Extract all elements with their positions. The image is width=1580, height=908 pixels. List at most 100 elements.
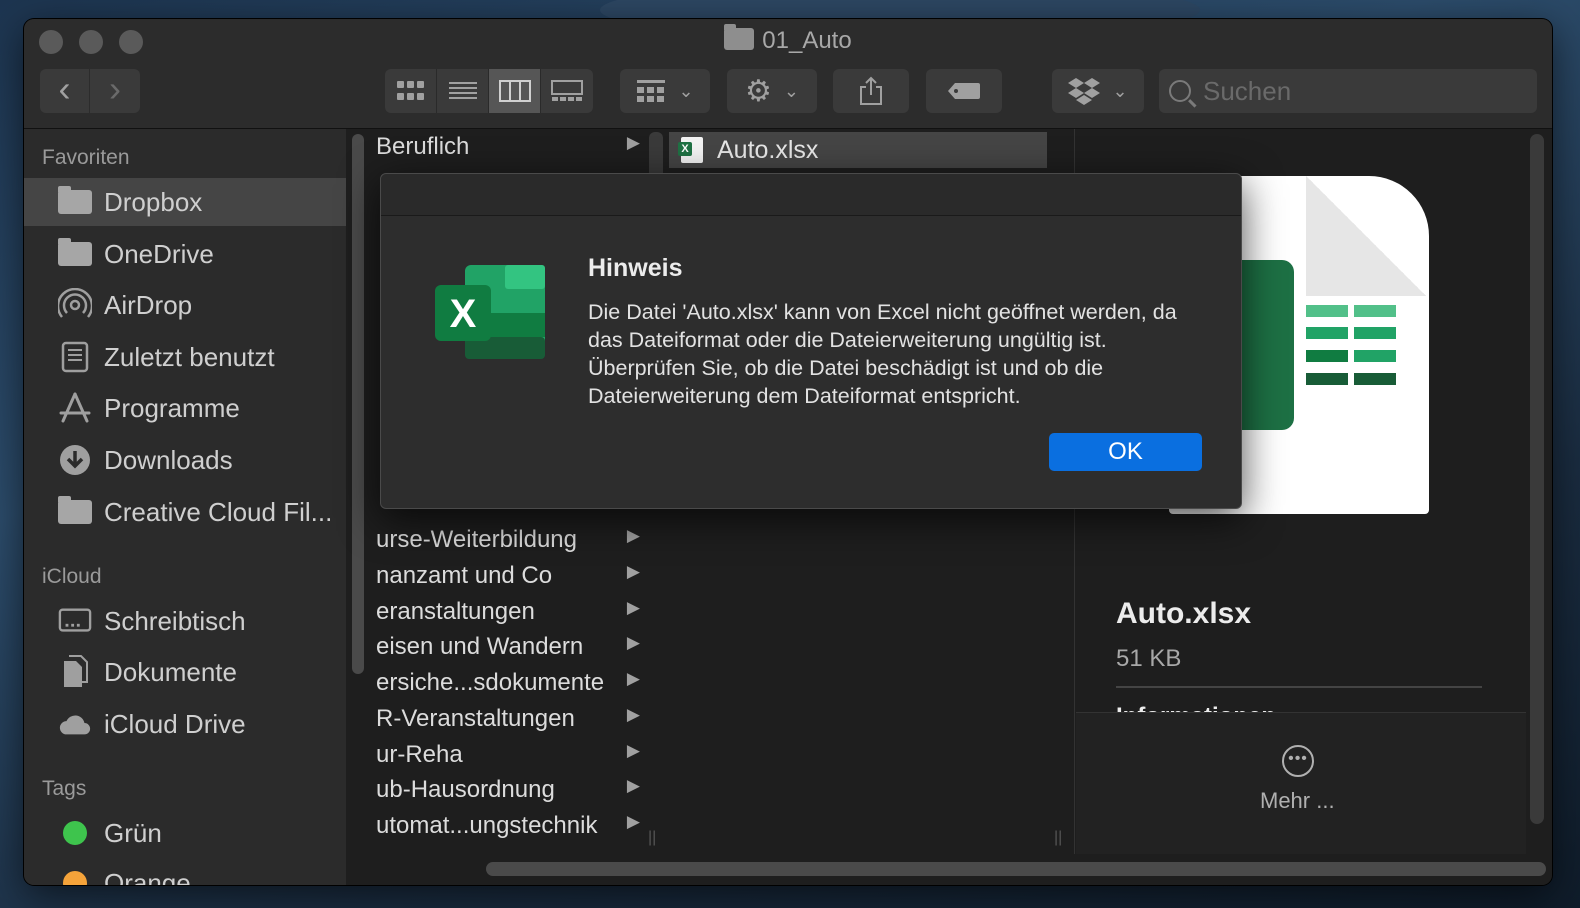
- search-field[interactable]: [1159, 69, 1537, 113]
- documents-icon: [58, 655, 92, 689]
- sidebar-item-documents[interactable]: Dokumente: [24, 648, 346, 696]
- disclosure-arrow-icon: ▶: [626, 633, 640, 652]
- dropbox-icon: [1068, 78, 1101, 105]
- sidebar-item-icloud-drive[interactable]: iCloud Drive: [24, 700, 346, 748]
- download-icon: [58, 443, 92, 477]
- share-icon: [860, 76, 882, 105]
- ok-button[interactable]: OK: [1049, 433, 1202, 471]
- folder-row[interactable]: ur-Reha ▶: [376, 737, 646, 773]
- share-button[interactable]: [833, 69, 909, 113]
- sidebar-item-label: Dokumente: [104, 656, 237, 687]
- column-resize-handle[interactable]: ||: [1054, 829, 1062, 847]
- title-bar: 01_Auto ‹ › ⌄ ⚙ ⌄ ⌄ Suchen: [24, 19, 1552, 129]
- horizontal-scrollbar[interactable]: [486, 862, 1546, 876]
- page-fold: [1306, 176, 1426, 296]
- sidebar-item-label: Downloads: [104, 444, 233, 475]
- grid-icon: [396, 81, 424, 100]
- preview-scrollbar[interactable]: [1530, 134, 1544, 824]
- sidebar-item-applications[interactable]: Programme: [24, 384, 346, 432]
- search-icon: [1169, 80, 1191, 102]
- folder-row[interactable]: eranstaltungen ▶: [376, 594, 646, 630]
- icon-view-button[interactable]: [385, 69, 437, 113]
- sidebar-item-tag-green[interactable]: Grün: [24, 809, 346, 857]
- chevron-down-icon: ⌄: [1112, 80, 1128, 101]
- folder-row[interactable]: nanzamt und Co ▶: [376, 558, 646, 594]
- folder-row[interactable]: urse-Weiterbildung ▶: [376, 522, 646, 558]
- preview-file-size: 51 KB: [1116, 645, 1182, 672]
- disclosure-arrow-icon: ▶: [626, 669, 640, 688]
- folder-icon: [58, 495, 92, 529]
- sidebar-item-label: Creative Cloud Fil...: [104, 496, 333, 527]
- group-icon: [637, 80, 666, 102]
- columns-icon: [498, 80, 531, 102]
- sidebar-item-label: Zuletzt benutzt: [104, 341, 275, 372]
- folder-row[interactable]: Beruflich ▶: [376, 129, 646, 165]
- sheet-cell: [1354, 305, 1396, 317]
- folder-row[interactable]: utomat...ungstechnik ▶: [376, 808, 646, 844]
- sidebar-item-dropbox[interactable]: Dropbox: [24, 178, 346, 226]
- sidebar-item-label: Dropbox: [104, 186, 203, 217]
- sidebar-scrollbar[interactable]: [352, 134, 364, 674]
- folder-row[interactable]: R-Veranstaltungen ▶: [376, 701, 646, 737]
- tag-icon: [948, 83, 980, 99]
- sidebar-section-tags: Tags: [42, 777, 87, 800]
- excel-file-icon: [678, 137, 703, 163]
- disclosure-arrow-icon: ▶: [626, 133, 640, 152]
- file-name: Auto.xlsx: [717, 135, 819, 164]
- excel-app-icon: X: [435, 263, 547, 361]
- sidebar-item-label: Orange: [104, 867, 191, 886]
- sidebar-item-onedrive[interactable]: OneDrive: [24, 230, 346, 278]
- view-mode-control: [385, 69, 593, 113]
- file-row-selected[interactable]: Auto.xlsx: [669, 132, 1047, 168]
- dialog-header: [381, 174, 1241, 216]
- disclosure-arrow-icon: ▶: [626, 598, 640, 617]
- sidebar-item-tag-orange[interactable]: Orange: [24, 859, 346, 885]
- sheet-cell: [1306, 305, 1348, 317]
- gear-icon: ⚙: [745, 74, 772, 108]
- chevron-right-icon: ›: [109, 68, 121, 109]
- dialog-title: Hinweis: [588, 254, 683, 282]
- preview-file-name: Auto.xlsx: [1116, 597, 1252, 630]
- sidebar-item-recents[interactable]: Zuletzt benutzt: [24, 333, 346, 381]
- more-icon[interactable]: •••: [1282, 745, 1314, 777]
- disclosure-arrow-icon: ▶: [626, 776, 640, 795]
- applications-icon: [58, 391, 92, 425]
- forward-button[interactable]: ›: [90, 68, 140, 113]
- sidebar-section-icloud: iCloud: [42, 565, 102, 588]
- sidebar-item-airdrop[interactable]: AirDrop: [24, 281, 346, 329]
- chevron-down-icon: ⌄: [678, 80, 694, 101]
- list-view-button[interactable]: [437, 69, 489, 113]
- column-resize-handle[interactable]: ||: [648, 829, 656, 847]
- recents-icon: [58, 340, 92, 374]
- alert-dialog: X Hinweis Die Datei 'Auto.xlsx' kann von…: [380, 173, 1242, 509]
- folder-row[interactable]: eisen und Wandern ▶: [376, 629, 646, 665]
- group-button[interactable]: ⌄: [620, 69, 710, 113]
- gallery-view-button[interactable]: [541, 69, 593, 113]
- sidebar-item-creative-cloud[interactable]: Creative Cloud Fil...: [24, 488, 346, 536]
- sidebar-item-downloads[interactable]: Downloads: [24, 436, 346, 484]
- tag-button[interactable]: [926, 69, 1002, 113]
- list-icon: [448, 82, 477, 99]
- sheet-cell: [1354, 373, 1396, 385]
- more-button-label[interactable]: Mehr ...: [1260, 788, 1335, 814]
- sheet-cell: [1306, 327, 1348, 339]
- sidebar-item-label: Programme: [104, 392, 240, 423]
- excel-logo-letter: X: [450, 292, 477, 336]
- airdrop-icon: [58, 288, 92, 322]
- search-input[interactable]: [1203, 75, 1503, 107]
- sheet-cell: [1306, 350, 1348, 362]
- sidebar-item-label: Schreibtisch: [104, 605, 246, 636]
- dropbox-button[interactable]: ⌄: [1052, 69, 1144, 113]
- window-title-text: 01_Auto: [762, 27, 852, 54]
- folder-row[interactable]: ub-Hausordnung ▶: [376, 772, 646, 808]
- cloud-icon: [58, 707, 92, 741]
- sidebar-item-label: iCloud Drive: [104, 708, 246, 739]
- ok-button-label: OK: [1108, 438, 1143, 465]
- back-button[interactable]: ‹: [40, 68, 89, 113]
- action-button[interactable]: ⚙ ⌄: [727, 69, 817, 113]
- sheet-cell: [1354, 327, 1396, 339]
- sidebar-item-desktop[interactable]: Schreibtisch: [24, 597, 346, 645]
- window-title: 01_Auto: [24, 24, 1552, 55]
- column-view-button[interactable]: [489, 69, 541, 113]
- folder-row[interactable]: ersiche...sdokumente ▶: [376, 665, 646, 701]
